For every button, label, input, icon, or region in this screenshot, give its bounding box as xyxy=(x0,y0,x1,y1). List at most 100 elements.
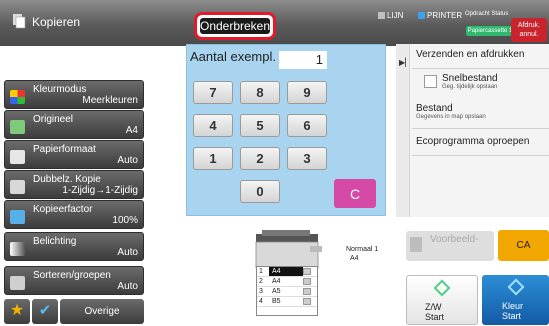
original-info: Normaal 1 A4 xyxy=(346,245,378,263)
tray-size: A4 xyxy=(269,267,303,276)
copies-label: Aantal exempl. xyxy=(190,49,276,64)
checkmark-icon: ✔ xyxy=(38,302,52,319)
line-status-icon xyxy=(378,11,385,19)
exposure-icon xyxy=(10,242,25,256)
color-mode-button[interactable]: Kleurmodus Meerkleuren xyxy=(4,80,144,109)
file-item[interactable]: Bestand Gegevens in map opslaan xyxy=(412,101,549,129)
tray-icon xyxy=(303,268,311,275)
tray-size: A4 xyxy=(272,278,281,285)
quick-file-sub: Geg. tijdelijk opslaan xyxy=(442,84,498,90)
tray-row[interactable]: 1 A4 xyxy=(257,267,317,277)
tray-number: 1 xyxy=(259,268,263,275)
key-2[interactable]: 2 xyxy=(240,147,280,170)
paper-tray-list[interactable]: 1 A4 2 A4 3 A5 4 B5 xyxy=(256,266,318,316)
duplex-label: Dubbelz. Kopie xyxy=(33,174,101,185)
eco-program-label: Ecoprogramma oproepen xyxy=(416,136,530,147)
exposure-value: Auto xyxy=(117,247,138,258)
color-mode-value: Meerkleuren xyxy=(82,95,138,106)
printer-status-icon xyxy=(418,11,425,19)
original-mode-label: Normaal 1 xyxy=(346,246,379,253)
preview-label: Voorbeeld- xyxy=(430,234,479,245)
color-start-button[interactable]: Kleur Start xyxy=(482,275,549,325)
tray-number: 4 xyxy=(259,298,263,305)
copier-machine-icon xyxy=(255,230,322,269)
key-8[interactable]: 8 xyxy=(240,81,280,104)
bw-start-button[interactable]: Z/W Start xyxy=(406,275,478,325)
sort-label: Sorteren/groepen xyxy=(33,270,111,281)
quick-file-item[interactable]: Snelbestand Geg. tijdelijk opslaan xyxy=(412,70,549,100)
bw-start-line2: Start xyxy=(425,312,445,322)
color-mode-label: Kleurmodus xyxy=(33,84,87,95)
duplex-icon xyxy=(10,180,25,194)
sort-button[interactable]: Sorteren/groepen Auto xyxy=(4,266,144,295)
cancel-print-button[interactable]: Afdruk. annul. xyxy=(511,18,547,42)
key-6[interactable]: 6 xyxy=(287,114,327,137)
paper-size-button[interactable]: Papierformaat Auto xyxy=(4,140,144,169)
check-button[interactable]: ✔ xyxy=(32,299,58,324)
key-4[interactable]: 4 xyxy=(193,114,233,137)
key-1[interactable]: 1 xyxy=(193,147,233,170)
preview-icon xyxy=(410,237,422,252)
paper-tray-badge: Papiercassette 1 xyxy=(466,26,514,36)
clear-all-button[interactable]: CA xyxy=(498,230,549,261)
paper-size-label: Papierformaat xyxy=(33,144,96,155)
panel-collapse-tab[interactable]: ▶▏ xyxy=(396,44,412,217)
send-and-print-label: Verzenden en afdrukken xyxy=(416,49,525,60)
sort-icon xyxy=(10,276,25,290)
start-diamond-icon xyxy=(507,278,524,296)
original-value: A4 xyxy=(125,125,138,136)
zoom-label: Kopieerfactor xyxy=(33,204,93,215)
copier-icon xyxy=(13,14,26,29)
favorites-button[interactable]: ★ xyxy=(4,299,30,324)
line-indicator: LIJN xyxy=(378,10,403,20)
tray-row[interactable]: 3 A5 xyxy=(257,287,317,297)
interrupt-button[interactable]: Onderbreken xyxy=(194,12,276,40)
eco-program-item[interactable]: Ecoprogramma oproepen xyxy=(412,134,549,156)
bw-start-line1: Z/W xyxy=(425,302,442,312)
tray-icon xyxy=(303,278,311,285)
zoom-icon xyxy=(10,210,25,224)
printer-label: PRINTER xyxy=(427,10,463,20)
start-diamond-icon xyxy=(433,279,451,297)
key-3[interactable]: 3 xyxy=(287,147,327,170)
paper-size-icon xyxy=(10,150,25,164)
tray-size: B5 xyxy=(272,298,281,305)
original-label: Origineel xyxy=(33,114,74,125)
key-9[interactable]: 9 xyxy=(287,81,327,104)
page-title: Kopieren xyxy=(32,15,81,29)
star-icon: ★ xyxy=(9,302,25,319)
original-icon xyxy=(10,120,25,134)
printer-indicator: PRINTER xyxy=(418,10,462,20)
tray-icon xyxy=(303,298,311,305)
key-5[interactable]: 5 xyxy=(240,114,280,137)
original-size-label: A4 xyxy=(350,255,359,262)
key-7[interactable]: 7 xyxy=(193,81,233,104)
file-label: Bestand xyxy=(416,103,453,114)
file-sub: Gegevens in map opslaan xyxy=(416,114,486,120)
job-status-button[interactable]: Opdracht Status xyxy=(465,11,508,17)
tray-row[interactable]: 2 A4 xyxy=(257,277,317,287)
tray-size: A5 xyxy=(272,288,281,295)
send-and-print-item[interactable]: Verzenden en afdrukken xyxy=(412,47,549,69)
other-functions-button[interactable]: Overige xyxy=(60,299,144,324)
duplex-value: 1-Zijdig→1-Zijdig xyxy=(62,185,138,196)
collapse-arrow-icon: ▶▏ xyxy=(399,58,412,67)
preview-button[interactable]: Voorbeeld- xyxy=(406,231,494,261)
color-start-line1: Kleur xyxy=(502,301,524,311)
exposure-button[interactable]: Belichting Auto xyxy=(4,232,144,261)
copies-input[interactable]: 1 xyxy=(279,51,327,69)
duplex-button[interactable]: Dubbelz. Kopie 1-Zijdig→1-Zijdig xyxy=(4,170,144,199)
zoom-value: 100% xyxy=(112,215,138,226)
clear-key[interactable]: C xyxy=(334,179,376,208)
color-mode-icon xyxy=(10,90,25,104)
paper-size-value: Auto xyxy=(117,155,138,166)
zoom-button[interactable]: Kopieerfactor 100% xyxy=(4,200,144,229)
tray-row[interactable]: 4 B5 xyxy=(257,297,317,307)
tray-number: 2 xyxy=(259,278,263,285)
sort-value: Auto xyxy=(117,281,138,292)
line-label: LIJN xyxy=(387,10,404,20)
interrupt-button-label: Onderbreken xyxy=(199,18,271,34)
tray-icon xyxy=(303,288,311,295)
original-button[interactable]: Origineel A4 xyxy=(4,110,144,139)
key-0[interactable]: 0 xyxy=(240,180,280,203)
